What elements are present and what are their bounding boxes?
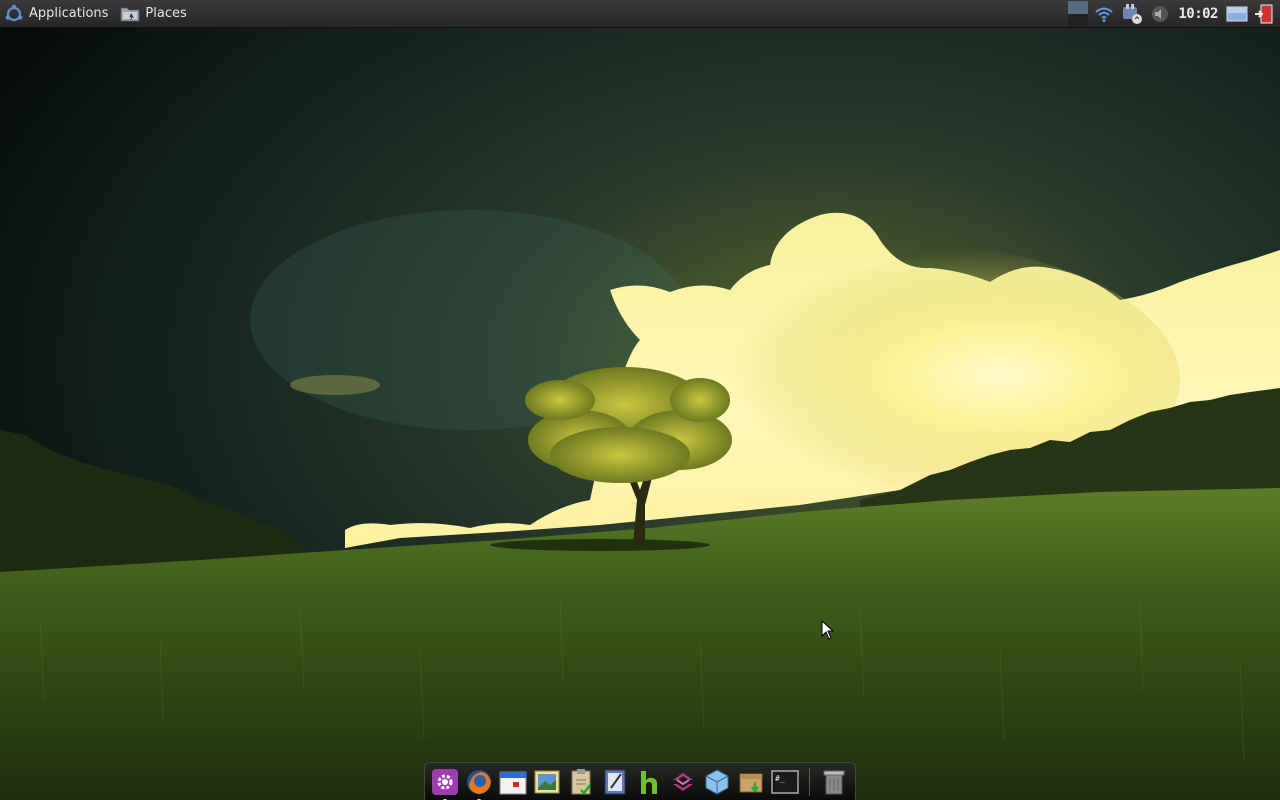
show-desktop-icon [1226,6,1248,22]
image-viewer-icon [534,770,560,793]
dock-item-clipboard[interactable] [565,766,597,798]
terminal-icon: #_ [771,769,799,794]
dock-item-hexchat[interactable] [633,766,665,798]
clock[interactable]: 10:02 [1176,0,1220,28]
wifi-indicator[interactable] [1094,0,1114,28]
desktop[interactable]: Applications Places 10:02 #_ [0,0,1280,800]
dock-item-calendar[interactable] [497,766,529,798]
applications-label: Applications [29,6,109,21]
network-indicator[interactable] [1120,0,1144,28]
dock-item-firefox[interactable] [463,766,495,800]
clipboard-icon [571,768,591,795]
firefox-icon [467,769,491,794]
workspace-switcher[interactable] [1068,0,1089,28]
wallpaper [0,0,1280,800]
sync-icon [673,772,693,791]
trash-icon [823,770,845,794]
archive-manager-icon [739,773,763,793]
svg-text:#_: #_ [775,774,785,783]
settings-icon [432,768,458,795]
volume-icon [1152,6,1169,22]
applications-menu[interactable]: Applications [0,0,112,28]
dock-item-terminal[interactable]: #_ [769,766,801,798]
dock-item-image-viewer[interactable] [531,766,563,798]
virtualbox-icon [705,768,729,795]
top-panel: Applications Places 10:02 [0,0,1280,28]
logout-button[interactable] [1254,0,1274,28]
dock-item-text-editor[interactable] [599,766,631,798]
logout-icon [1255,4,1273,24]
network-icon [1123,4,1143,24]
distro-logo-icon [5,4,23,21]
text-editor-icon [604,769,626,794]
dock-item-settings[interactable] [429,766,461,800]
dock-item-virtualbox[interactable] [701,766,733,798]
mouse-cursor-icon [821,620,835,640]
dock-item-archive-manager[interactable] [735,766,767,798]
hexchat-icon [641,770,657,794]
places-label: Places [145,6,187,21]
wifi-icon [1095,7,1114,22]
system-tray: 10:02 [1068,0,1274,28]
calendar-icon [499,771,527,794]
places-menu[interactable]: Places [116,0,190,28]
places-folder-icon [121,7,140,21]
dock: #_ [424,762,856,800]
dock-item-sync[interactable] [667,766,699,798]
dock-separator [809,767,810,796]
volume-indicator[interactable] [1150,0,1170,28]
show-desktop-button[interactable] [1226,0,1248,28]
workspace-icon [1068,1,1089,27]
dock-item-trash[interactable] [818,766,850,798]
